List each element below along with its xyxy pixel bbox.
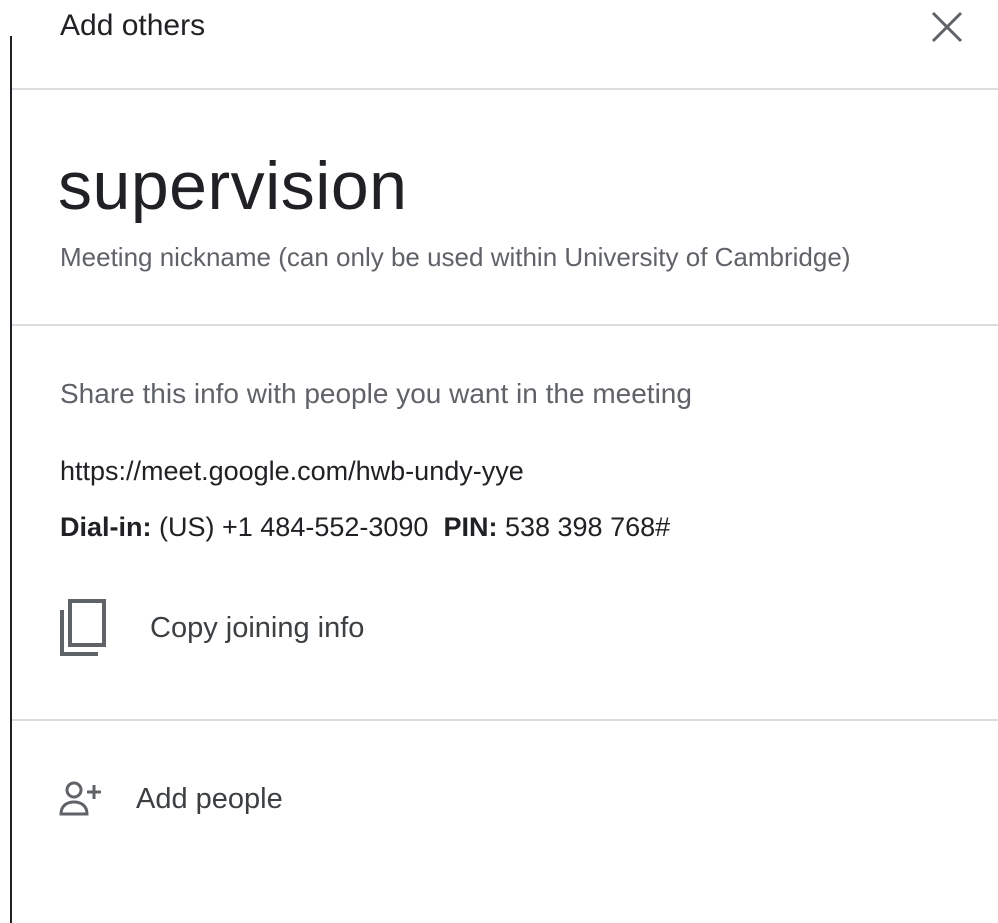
- pin-label: PIN:: [443, 512, 498, 542]
- divider-share: [12, 719, 998, 721]
- add-others-dialog: Add others supervision Meeting nickname …: [0, 0, 998, 923]
- pin-value: 538 398 768#: [504, 512, 671, 542]
- divider-nickname: [12, 324, 998, 326]
- divider-header: [12, 88, 998, 90]
- meeting-nickname: supervision: [58, 148, 408, 224]
- copy-joining-info-button[interactable]: Copy joining info: [58, 596, 364, 660]
- meeting-url: https://meet.google.com/hwb-undy-yye: [60, 456, 524, 486]
- window-left-border: [10, 36, 12, 923]
- add-people-label: Add people: [136, 783, 283, 815]
- person-add-icon: [59, 781, 101, 816]
- copy-joining-info-label: Copy joining info: [150, 612, 365, 644]
- close-button[interactable]: [928, 8, 966, 46]
- close-icon: [931, 11, 963, 43]
- dial-in-info: Dial-in: (US) +1 484-552-3090 PIN: 538 3…: [60, 510, 670, 544]
- dial-in-label: Dial-in:: [60, 512, 152, 542]
- dialog-header: Add others: [60, 0, 970, 60]
- meeting-nickname-caption: Meeting nickname (can only be used withi…: [60, 242, 851, 272]
- share-caption: Share this info with people you want in …: [60, 378, 692, 409]
- dial-in-number: (US) +1 484-552-3090: [159, 512, 429, 542]
- copy-icon: [60, 599, 106, 656]
- add-people-button[interactable]: Add people: [58, 776, 283, 822]
- dialog-title: Add others: [60, 9, 206, 42]
